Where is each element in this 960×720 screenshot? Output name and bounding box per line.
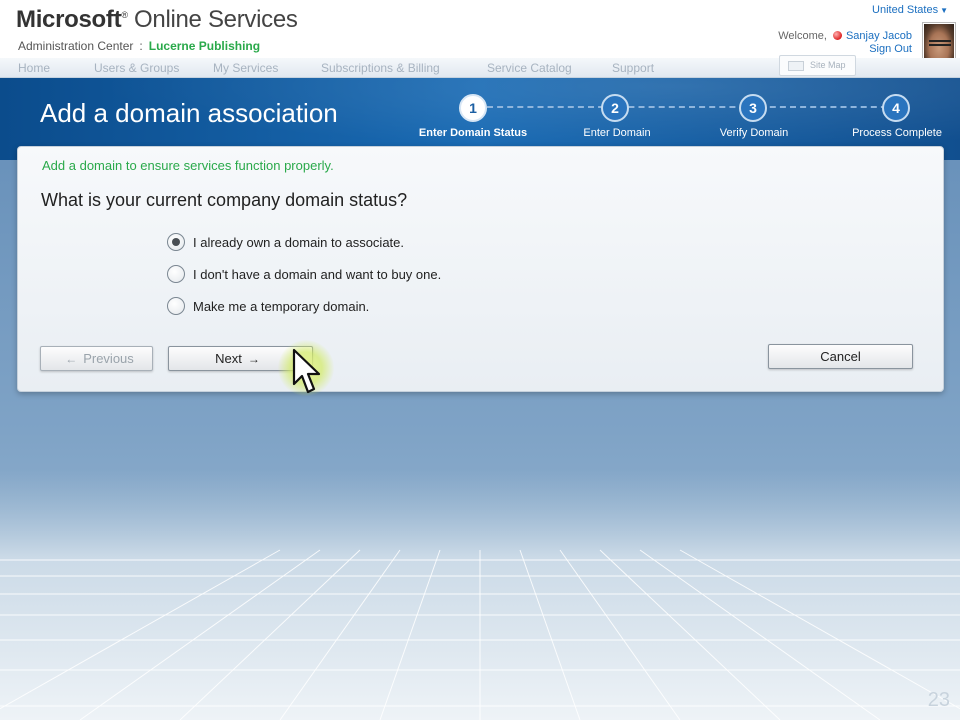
option-temporary-domain-label: Make me a temporary domain.: [193, 298, 370, 314]
intro-text: Add a domain to ensure services function…: [42, 158, 334, 173]
step-2-label: Enter Domain: [583, 127, 651, 139]
mouse-pointer-icon: [292, 348, 321, 394]
step-2-indicator: 2: [601, 94, 629, 122]
separator: :: [139, 39, 143, 53]
presence-status-icon: [832, 31, 842, 40]
nav-support[interactable]: Support: [612, 61, 654, 75]
step-1-indicator: 1: [459, 94, 487, 122]
welcome-label: Welcome,: [778, 30, 827, 42]
step-4-label: Process Complete: [852, 127, 942, 139]
decorative-floor: [0, 470, 960, 720]
radio-own-domain[interactable]: [167, 233, 185, 251]
product-logo: Microsoft® Online Services: [16, 6, 298, 33]
slide-number: 23: [927, 689, 950, 711]
previous-button[interactable]: ← Previous: [40, 346, 153, 371]
option-own-domain[interactable]: I already own a domain to associate.: [167, 232, 404, 252]
nav-users-groups[interactable]: Users & Groups: [94, 61, 179, 75]
admin-center-label: Administration Center: [18, 39, 134, 53]
option-own-domain-label: I already own a domain to associate.: [193, 234, 405, 250]
radio-buy-domain[interactable]: [167, 265, 185, 283]
cancel-button-label: Cancel: [820, 349, 861, 364]
step-4-indicator: 4: [882, 94, 910, 122]
country-label: United States: [872, 4, 939, 16]
nav-service-catalog[interactable]: Service Catalog: [487, 61, 572, 75]
option-temporary-domain[interactable]: Make me a temporary domain.: [167, 296, 369, 316]
top-header: Microsoft® Online Services Administratio…: [0, 0, 960, 66]
option-buy-domain[interactable]: I don't have a domain and want to buy on…: [167, 264, 441, 284]
organization-name: Lucerne Publishing: [148, 39, 261, 53]
sign-out-link[interactable]: Sign Out: [869, 43, 912, 55]
page-title: Add a domain association: [40, 98, 338, 128]
question-heading: What is your current company domain stat…: [41, 190, 408, 210]
site-map-icon: [788, 61, 804, 71]
wizard-progress-line: [487, 106, 897, 108]
admin-center-line: Administration Center: Lucerne Publishing: [18, 39, 260, 53]
country-selector[interactable]: United States ▼: [872, 4, 948, 16]
step-3-label: Verify Domain: [719, 127, 789, 139]
nav-home[interactable]: Home: [18, 61, 50, 75]
radio-temporary-domain[interactable]: [167, 297, 185, 315]
arrow-right-icon: →: [247, 352, 260, 366]
option-buy-domain-label: I don't have a domain and want to buy on…: [193, 266, 442, 282]
site-map-button[interactable]: Site Map: [779, 55, 856, 76]
cancel-button[interactable]: Cancel: [768, 344, 913, 369]
nav-subscriptions-billing[interactable]: Subscriptions & Billing: [321, 61, 440, 75]
site-map-label: Site Map: [810, 60, 846, 70]
nav-my-services[interactable]: My Services: [213, 61, 278, 75]
user-name-link[interactable]: Sanjay Jacob: [846, 30, 912, 42]
step-1-label: Enter Domain Status: [418, 127, 528, 139]
next-button-label: Next: [215, 351, 242, 366]
step-3-indicator: 3: [739, 94, 767, 122]
arrow-left-icon: ←: [65, 352, 78, 366]
welcome-line: Welcome, Sanjay Jacob: [778, 30, 912, 42]
previous-button-label: Previous: [83, 351, 134, 366]
caret-down-icon: ▼: [940, 6, 948, 15]
